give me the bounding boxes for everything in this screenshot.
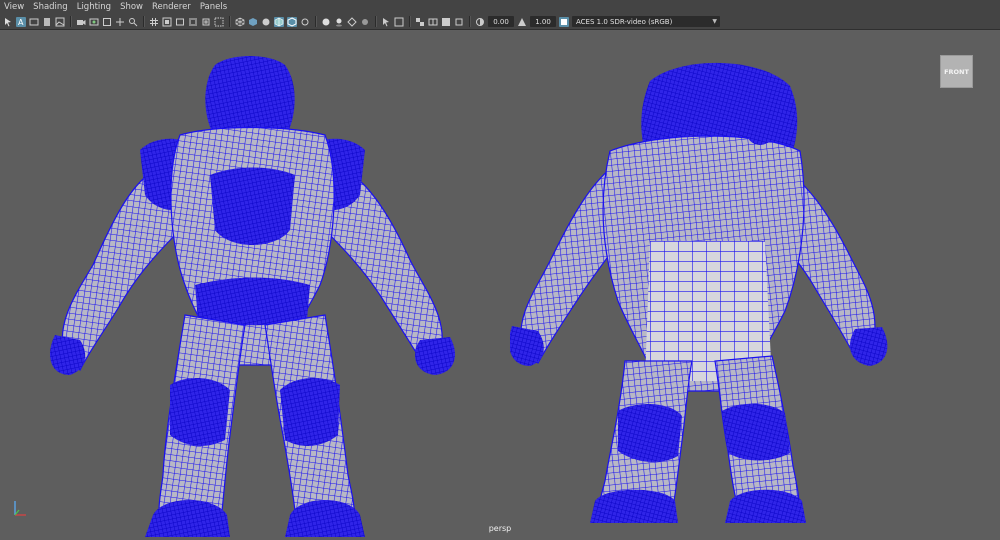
character-model-front[interactable]: [45, 55, 465, 537]
chevron-down-icon: ▼: [712, 18, 717, 25]
film-gate-icon[interactable]: [162, 17, 172, 27]
smooth-shade-icon[interactable]: [248, 17, 258, 27]
menu-lighting[interactable]: Lighting: [77, 2, 111, 12]
menu-show[interactable]: Show: [120, 2, 143, 12]
field-chart-icon[interactable]: [175, 17, 185, 27]
lock-camera-icon[interactable]: A: [16, 16, 26, 27]
gamma-icon[interactable]: [517, 17, 527, 27]
grid-icon[interactable]: [149, 17, 159, 27]
panel-menubar: View Shading Lighting Show Renderer Pane…: [0, 0, 1000, 14]
toolbar-separator: [409, 16, 411, 27]
viewcube-face-label: FRONT: [944, 67, 969, 76]
overscan-icon[interactable]: [214, 17, 224, 27]
character-model-back[interactable]: [509, 61, 890, 523]
default-material-icon[interactable]: [261, 17, 271, 27]
backface-culling-icon[interactable]: [441, 17, 451, 27]
xray-icon[interactable]: [287, 16, 297, 27]
toolbar-separator: [70, 16, 72, 27]
ambient-occlusion-icon[interactable]: [347, 16, 357, 27]
bookmarks-icon[interactable]: [42, 17, 52, 27]
colorspace-label: ACES 1.0 SDR-video (sRGB): [576, 17, 673, 26]
gamma-field[interactable]: 1.00: [530, 16, 556, 27]
exposure-icon[interactable]: [475, 17, 485, 27]
menu-shading[interactable]: Shading: [33, 2, 68, 12]
toolbar-separator: [469, 16, 471, 27]
menu-panels[interactable]: Panels: [200, 2, 227, 12]
wireframe-on-shaded-icon[interactable]: [274, 16, 284, 27]
resolution-gate-icon[interactable]: [102, 17, 112, 27]
image-plane-icon[interactable]: [55, 17, 65, 27]
motion-blur-icon[interactable]: [360, 17, 370, 27]
ssaa-icon[interactable]: [454, 17, 464, 27]
gate-mask-icon[interactable]: [188, 17, 198, 27]
shadows-icon[interactable]: [334, 17, 344, 27]
pan-zoom-icon[interactable]: [128, 17, 138, 27]
safe-title-icon[interactable]: [201, 17, 211, 27]
maya-viewport-panel: View Shading Lighting Show Renderer Pane…: [0, 0, 1000, 540]
toolbar-separator: [375, 16, 377, 27]
isolate-select-icon[interactable]: [381, 17, 391, 27]
camera-icon[interactable]: [76, 17, 86, 27]
camera-name-label: persp: [488, 524, 512, 533]
xray-joints-icon[interactable]: [300, 17, 310, 27]
select-camera-icon[interactable]: [3, 17, 13, 27]
hud-icon[interactable]: [415, 17, 425, 27]
xray-active-components-icon[interactable]: [394, 17, 404, 27]
camera-film-icon[interactable]: [89, 17, 99, 27]
colorspace-dropdown[interactable]: ACES 1.0 SDR-video (sRGB) ▼: [572, 16, 720, 27]
two-sided-lighting-icon[interactable]: [428, 17, 438, 27]
color-management-icon[interactable]: [559, 16, 569, 27]
menu-renderer[interactable]: Renderer: [152, 2, 191, 12]
panel-toolbar: A 0.00 1.00 ACES 1.0 SDR-video (sRGB) ▼: [0, 14, 1000, 30]
exposure-field[interactable]: 0.00: [488, 16, 514, 27]
viewport-3d[interactable]: FRONT persp: [0, 31, 1000, 540]
camera-attributes-icon[interactable]: [29, 17, 39, 27]
toolbar-separator: [229, 16, 231, 27]
svg-text:A: A: [18, 18, 24, 27]
lighting-icon[interactable]: [321, 17, 331, 27]
wireframe-icon[interactable]: [235, 17, 245, 27]
safe-action-icon[interactable]: [115, 17, 125, 27]
axis-gizmo-icon: [10, 496, 34, 520]
toolbar-separator: [143, 16, 145, 27]
viewcube[interactable]: FRONT: [940, 55, 973, 88]
toolbar-separator: [315, 16, 317, 27]
menu-view[interactable]: View: [4, 2, 24, 12]
